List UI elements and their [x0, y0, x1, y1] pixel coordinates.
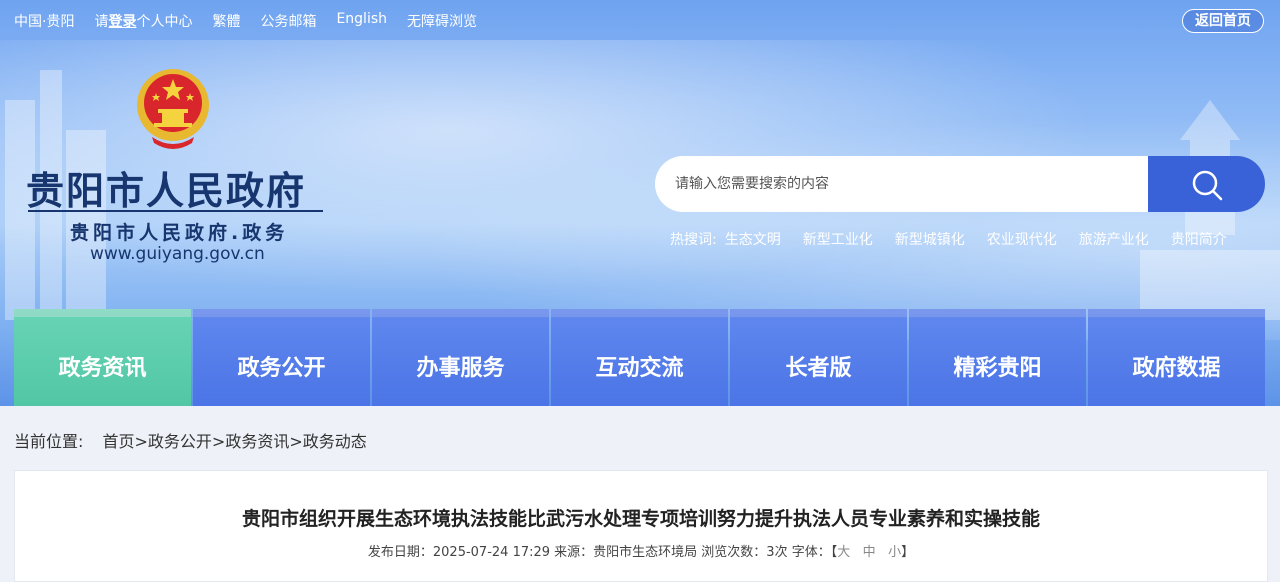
nav-item-gov-news[interactable]: 政务资讯: [14, 309, 191, 406]
nav-item-services[interactable]: 办事服务: [372, 309, 549, 406]
font-large-button[interactable]: 大: [837, 545, 850, 560]
region-link[interactable]: 中国·贵阳: [14, 11, 74, 31]
hot-keyword[interactable]: 农业现代化: [987, 229, 1057, 249]
top-links: 中国·贵阳 请 登录 个人中心 繁體 公务邮箱 English 无障碍浏览: [14, 11, 497, 31]
site-url: www.guiyang.gov.cn: [90, 244, 265, 264]
site-subtitle: 贵阳市人民政府.政务: [70, 222, 289, 244]
article-title: 贵阳市组织开展生态环境执法技能比武污水处理专项培训努力提升执法人员专业素养和实操…: [241, 508, 1040, 530]
breadcrumb-label: 当前位置:: [14, 432, 84, 451]
hot-keyword[interactable]: 新型城镇化: [895, 229, 965, 249]
search-input[interactable]: [655, 156, 1148, 212]
hot-keyword[interactable]: 生态文明: [725, 229, 781, 249]
return-home-button[interactable]: 返回首页: [1182, 9, 1264, 33]
article-meta-text: 发布日期：2025-07-24 17:29 来源：贵阳市生态环境局 浏览次数：3…: [367, 545, 838, 560]
national-emblem-icon: [137, 69, 209, 149]
nav-item-gov-public[interactable]: 政务公开: [193, 309, 370, 406]
hot-keywords: 热搜词: 生态文明 新型工业化 新型城镇化 农业现代化 旅游产业化 贵阳简介: [670, 229, 1227, 249]
top-bar: 中国·贵阳 请 登录 个人中心 繁體 公务邮箱 English 无障碍浏览 返回…: [0, 0, 1280, 40]
search-box: [655, 156, 1265, 212]
personal-center-link[interactable]: 个人中心: [136, 11, 192, 31]
breadcrumb: 当前位置: 首页>政务公开>政务资讯>政务动态: [14, 428, 367, 452]
login-link[interactable]: 登录: [108, 11, 136, 31]
article-meta: 发布日期：2025-07-24 17:29 来源：贵阳市生态环境局 浏览次数：3…: [15, 541, 1267, 560]
breadcrumb-path[interactable]: 首页>政务公开>政务资讯>政务动态: [103, 432, 367, 451]
nav-item-interaction[interactable]: 互动交流: [551, 309, 728, 406]
nav-item-wonderful-guiyang[interactable]: 精彩贵阳: [909, 309, 1086, 406]
nav-item-elder-version[interactable]: 长者版: [730, 309, 907, 406]
main-nav: 政务资讯 政务公开 办事服务 互动交流 长者版 精彩贵阳 政府数据: [14, 309, 1266, 406]
search-button[interactable]: [1148, 156, 1265, 212]
official-mail-link[interactable]: 公务邮箱: [260, 11, 316, 31]
site-title: 贵阳市人民政府: [26, 168, 307, 213]
traditional-chinese-link[interactable]: 繁體: [212, 11, 240, 31]
hot-keyword[interactable]: 贵阳简介: [1171, 229, 1227, 249]
hot-keyword[interactable]: 旅游产业化: [1079, 229, 1149, 249]
font-medium-button[interactable]: 中: [863, 545, 876, 560]
hot-keyword[interactable]: 新型工业化: [803, 229, 873, 249]
nav-item-gov-data[interactable]: 政府数据: [1088, 309, 1265, 406]
title-divider: [28, 210, 323, 212]
english-link[interactable]: English: [336, 11, 387, 31]
article-panel: 贵阳市组织开展生态环境执法技能比武污水处理专项培训努力提升执法人员专业素养和实操…: [14, 470, 1268, 582]
article-meta-end: 】: [901, 545, 915, 560]
accessibility-link[interactable]: 无障碍浏览: [407, 11, 477, 31]
font-small-button[interactable]: 小: [888, 545, 901, 560]
hot-label: 热搜词:: [670, 232, 717, 248]
search-icon: [1192, 170, 1223, 201]
please-text: 请: [94, 14, 109, 30]
